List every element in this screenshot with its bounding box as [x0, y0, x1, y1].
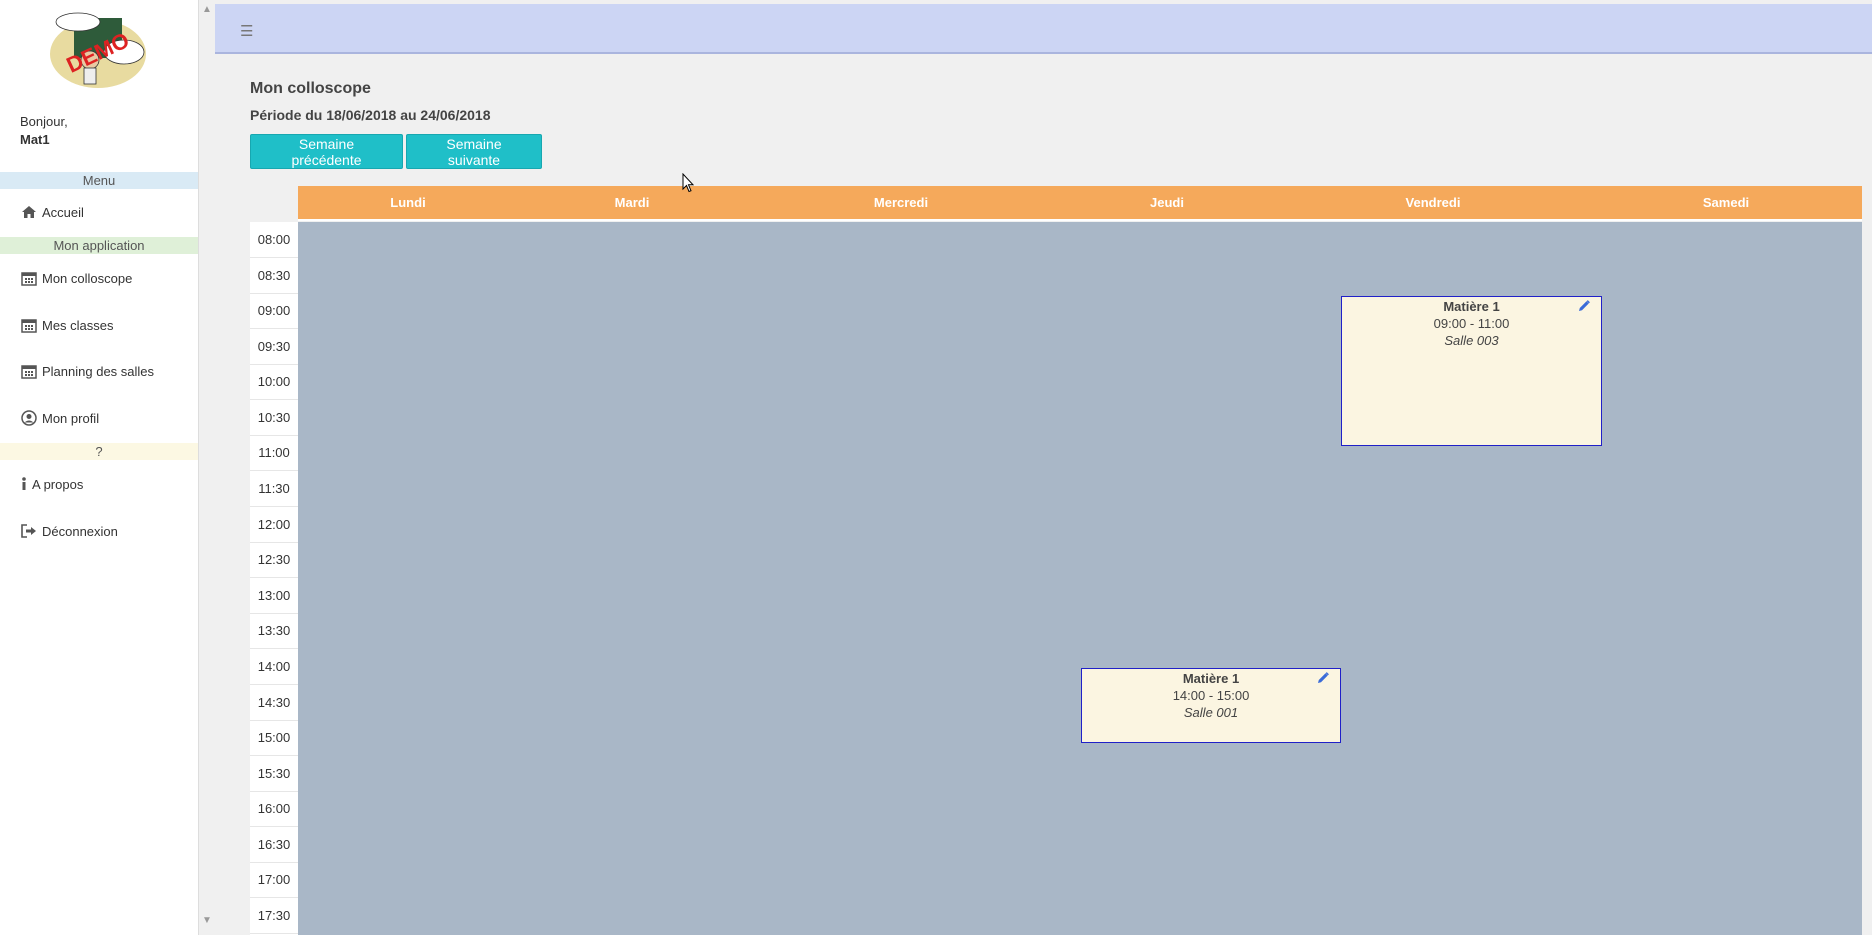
time-label: 10:30: [250, 400, 298, 436]
calendar-event[interactable]: Matière 1 09:00 - 11:00 Salle 003: [1341, 296, 1602, 446]
event-time: 09:00 - 11:00: [1433, 316, 1510, 331]
time-label: 11:00: [250, 435, 298, 471]
time-label: 08:00: [250, 222, 298, 258]
sidebar-item-apropos[interactable]: A propos: [20, 473, 83, 495]
time-label: 13:30: [250, 613, 298, 649]
event-time: 14:00 - 15:00: [1172, 688, 1250, 703]
sidebar-item-label: Planning des salles: [42, 363, 155, 379]
sidebar-item-profil[interactable]: Mon profil: [20, 407, 99, 429]
home-icon: [20, 204, 38, 220]
greeting-text: Bonjour,: [20, 114, 68, 129]
sidebar-item-accueil[interactable]: Accueil: [20, 201, 84, 223]
time-label: 14:00: [250, 649, 298, 685]
greeting: Bonjour, Mat1: [20, 113, 68, 149]
section-app: Mon application: [0, 237, 198, 254]
section-menu: Menu: [0, 172, 198, 189]
previous-week-button[interactable]: Semaine précédente: [250, 134, 403, 169]
sidebar-item-deconnexion[interactable]: Déconnexion: [20, 520, 118, 542]
event-title: Matière 1: [1182, 671, 1240, 686]
hamburger-menu-icon[interactable]: ☰: [240, 22, 253, 40]
info-icon: [20, 476, 28, 492]
calendar-icon: [20, 270, 38, 286]
sidebar-item-label: Mon colloscope: [42, 270, 133, 286]
time-label: 14:30: [250, 685, 298, 721]
time-label: 12:00: [250, 507, 298, 543]
event-title: Matière 1: [1443, 299, 1500, 314]
sidebar-scrollbar[interactable]: ▲ ▼: [199, 0, 215, 935]
user-name: Mat1: [20, 132, 50, 147]
calendar-icon: [20, 363, 38, 379]
sidebar-item-colloscope[interactable]: Mon colloscope: [20, 267, 132, 289]
day-header-mercredi: Mercredi: [873, 195, 929, 210]
day-header-samedi: Samedi: [1702, 195, 1750, 210]
time-column: 08:00 08:30 09:00 09:30 10:00 10:30 11:0…: [250, 222, 298, 935]
top-bar: ☰: [215, 4, 1872, 54]
pencil-icon[interactable]: [1316, 672, 1330, 686]
sidebar-item-label: A propos: [32, 476, 84, 492]
time-label: 11:30: [250, 471, 298, 507]
scroll-up-icon[interactable]: ▲: [202, 4, 212, 15]
time-label: 17:00: [250, 862, 298, 898]
next-week-button[interactable]: Semaine suivante: [406, 134, 542, 169]
sidebar-item-label: Mes classes: [42, 317, 114, 333]
time-label: 15:00: [250, 720, 298, 756]
sidebar-item-label: Mon profil: [42, 410, 100, 426]
sign-out-icon: [20, 523, 38, 539]
time-label: 10:00: [250, 364, 298, 400]
event-room: Salle 003: [1444, 333, 1499, 348]
sidebar-item-label: Déconnexion: [42, 523, 118, 539]
pencil-icon[interactable]: [1577, 300, 1591, 314]
sidebar: DEMO Bonjour, Mat1 Menu Accueil Mon appl…: [0, 0, 199, 935]
day-header-mardi: Mardi: [614, 195, 650, 210]
scroll-down-icon[interactable]: ▼: [202, 915, 212, 926]
time-label: 09:30: [250, 329, 298, 365]
app-logo: DEMO: [50, 12, 146, 88]
page-title: Mon colloscope: [250, 80, 371, 97]
time-label: 16:30: [250, 827, 298, 863]
time-label: 16:00: [250, 791, 298, 827]
section-help: ?: [0, 443, 198, 460]
time-label: 08:30: [250, 258, 298, 294]
event-room: Salle 001: [1183, 705, 1239, 720]
time-label: 12:30: [250, 542, 298, 578]
period-label: Période du 18/06/2018 au 24/06/2018: [250, 107, 491, 123]
time-label: 13:00: [250, 578, 298, 614]
sidebar-item-salles[interactable]: Planning des salles: [20, 360, 154, 382]
sidebar-item-classes[interactable]: Mes classes: [20, 314, 114, 336]
day-header-vendredi: Vendredi: [1405, 195, 1461, 210]
mouse-cursor-icon: [682, 173, 694, 193]
calendar-grid[interactable]: Matière 1 09:00 - 11:00 Salle 003 Matièr…: [298, 222, 1862, 935]
user-circle-icon: [20, 410, 38, 426]
day-header-jeudi: Jeudi: [1150, 195, 1184, 210]
time-label: 15:30: [250, 756, 298, 792]
sidebar-item-label: Accueil: [42, 204, 84, 220]
time-label: 09:00: [250, 293, 298, 329]
time-label: 17:30: [250, 898, 298, 934]
calendar-event[interactable]: Matière 1 14:00 - 15:00 Salle 001: [1081, 668, 1341, 743]
day-header-lundi: Lundi: [390, 195, 426, 210]
calendar-header: Lundi Mardi Mercredi Jeudi Vendredi Same…: [298, 186, 1862, 221]
calendar-icon: [20, 317, 38, 333]
